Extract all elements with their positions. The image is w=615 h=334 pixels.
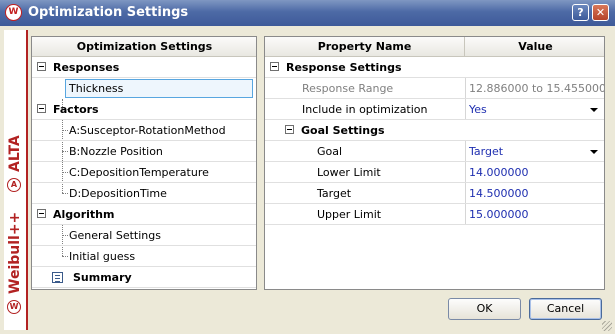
collapse-icon[interactable] xyxy=(270,62,279,71)
tree-group-label: Algorithm xyxy=(53,208,115,221)
cancel-button[interactable]: Cancel xyxy=(529,298,602,320)
tree-group-algorithm[interactable]: Algorithm xyxy=(32,204,256,225)
property-label: Target xyxy=(317,187,352,200)
response-range-value: 12.886000 to 15.455000 xyxy=(469,82,605,95)
section-label: Response Settings xyxy=(286,61,402,74)
window-title: Optimization Settings xyxy=(28,5,189,20)
property-label: Upper Limit xyxy=(317,208,382,221)
tree-item-initial-guess[interactable]: Initial guess xyxy=(32,246,256,267)
summary-list-icon xyxy=(52,272,63,283)
property-label: Goal xyxy=(317,145,343,158)
upper-limit-value[interactable]: 15.000000 xyxy=(469,204,529,225)
close-button[interactable]: ✕ xyxy=(592,4,609,21)
property-goal[interactable]: Goal Target xyxy=(265,141,604,162)
collapse-icon[interactable] xyxy=(37,209,46,218)
property-label: Lower Limit xyxy=(317,166,381,179)
tree-column-header[interactable]: Optimization Settings xyxy=(32,37,256,57)
tree-item-label: General Settings xyxy=(69,229,161,242)
branding-divider xyxy=(26,30,28,330)
tree-item-label: C:DepositionTemperature xyxy=(69,166,209,179)
tree-item-factor-d[interactable]: D:DepositionTime xyxy=(32,183,256,204)
property-include-in-optimization[interactable]: Include in optimization Yes xyxy=(265,99,604,120)
collapse-icon[interactable] xyxy=(37,104,46,113)
tree-item-factor-b[interactable]: B:Nozzle Position xyxy=(32,141,256,162)
property-label: Include in optimization xyxy=(302,103,428,116)
property-upper-limit[interactable]: Upper Limit 15.000000 xyxy=(265,204,604,225)
help-button[interactable]: ? xyxy=(572,4,589,21)
alta-product-label: ALTA xyxy=(7,135,23,172)
collapse-icon[interactable] xyxy=(37,62,46,71)
tree-item-label: Initial guess xyxy=(69,250,136,263)
dropdown-arrow-icon[interactable] xyxy=(590,108,598,112)
weibull-small-logo-icon: W xyxy=(7,300,21,314)
value-header[interactable]: Value xyxy=(465,37,604,57)
tree-item-label: B:Nozzle Position xyxy=(69,145,163,158)
property-label: Response Range xyxy=(302,82,394,95)
tree-item-label: A:Susceptor-RotationMethod xyxy=(69,124,226,137)
tree-group-responses[interactable]: Responses xyxy=(32,57,256,78)
lower-limit-value[interactable]: 14.000000 xyxy=(469,162,529,183)
tree-item-general-settings[interactable]: General Settings xyxy=(32,225,256,246)
tree-item-label: D:DepositionTime xyxy=(69,187,167,200)
section-response-settings[interactable]: Response Settings xyxy=(265,57,604,78)
tree-item-label: Thickness xyxy=(69,82,124,95)
property-target[interactable]: Target 14.500000 xyxy=(265,183,604,204)
resize-grip[interactable] xyxy=(602,321,612,331)
tree-group-label: Factors xyxy=(53,103,99,116)
tree-item-factor-c[interactable]: C:DepositionTemperature xyxy=(32,162,256,183)
section-label: Goal Settings xyxy=(301,124,385,137)
property-response-range: Response Range 12.886000 to 15.455000 xyxy=(265,78,605,99)
optimization-settings-dialog: W Optimization Settings ? ✕ ALTA A Weibu… xyxy=(0,0,615,334)
settings-tree-panel: Optimization Settings Responses Thicknes… xyxy=(31,36,257,290)
tree-item-label: Summary xyxy=(73,271,132,284)
property-name-header[interactable]: Property Name xyxy=(265,37,465,57)
tree-item-summary[interactable]: Summary xyxy=(32,267,256,288)
ok-button[interactable]: OK xyxy=(448,298,521,320)
goal-value[interactable]: Target xyxy=(469,141,503,162)
title-bar[interactable]: W Optimization Settings ? ✕ xyxy=(0,0,615,26)
tree-item-factor-a[interactable]: A:Susceptor-RotationMethod xyxy=(32,120,256,141)
property-lower-limit[interactable]: Lower Limit 14.000000 xyxy=(265,162,604,183)
tree-group-factors[interactable]: Factors xyxy=(32,99,256,120)
dropdown-arrow-icon[interactable] xyxy=(590,150,598,154)
tree-group-label: Responses xyxy=(53,61,120,74)
collapse-icon[interactable] xyxy=(285,125,294,134)
include-value[interactable]: Yes xyxy=(469,99,487,120)
property-grid: Property Name Value Response Settings Re… xyxy=(264,36,605,290)
panel-splitter[interactable] xyxy=(258,36,262,290)
section-goal-settings[interactable]: Goal Settings xyxy=(265,120,604,141)
weibull-logo-icon: W xyxy=(5,4,22,21)
alta-logo-icon: A xyxy=(7,178,21,192)
weibull-product-label: Weibull++ xyxy=(7,211,23,294)
tree-item-thickness[interactable]: Thickness xyxy=(32,78,256,99)
target-value[interactable]: 14.500000 xyxy=(469,183,529,204)
